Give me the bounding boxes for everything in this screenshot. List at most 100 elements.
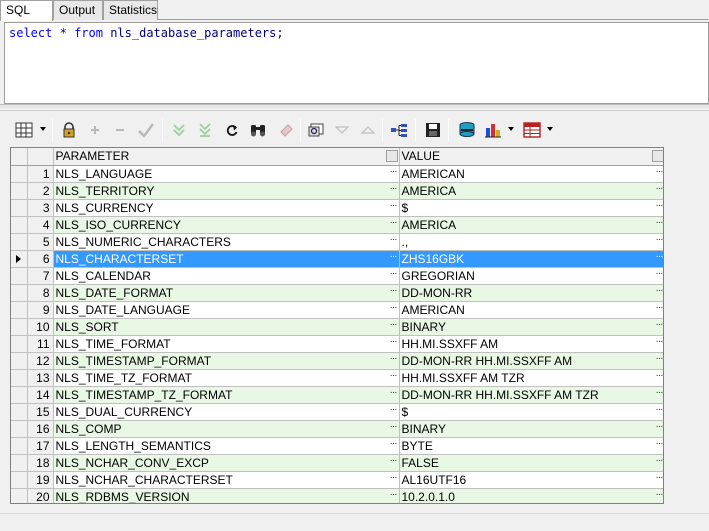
grid-view-button[interactable] bbox=[14, 120, 34, 140]
cell-edit-ellipsis-icon[interactable]: ··· bbox=[656, 421, 664, 432]
row-indicator-cell[interactable] bbox=[11, 301, 28, 319]
tab-statistics[interactable]: Statistics bbox=[103, 0, 158, 20]
cell-edit-ellipsis-icon[interactable]: ··· bbox=[390, 336, 398, 347]
fetch-last-page-button[interactable] bbox=[195, 120, 215, 140]
row-indicator-cell[interactable] bbox=[11, 284, 28, 302]
cell-edit-ellipsis-icon[interactable]: ··· bbox=[656, 472, 664, 483]
filter-down-button[interactable] bbox=[332, 120, 352, 140]
parameter-cell[interactable]: NLS_TERRITORY ··· bbox=[53, 182, 400, 200]
column-menu-button[interactable] bbox=[651, 150, 663, 162]
cell-edit-ellipsis-icon[interactable]: ··· bbox=[390, 404, 398, 415]
value-cell[interactable]: AMERICAN ··· bbox=[399, 301, 663, 319]
table-row[interactable]: 17 NLS_LENGTH_SEMANTICS ··· BYTE ··· bbox=[11, 437, 664, 455]
cell-edit-ellipsis-icon[interactable]: ··· bbox=[656, 285, 664, 296]
parameter-cell[interactable]: NLS_LANGUAGE ··· bbox=[53, 165, 400, 183]
cell-edit-ellipsis-icon[interactable]: ··· bbox=[390, 455, 398, 466]
parameter-cell[interactable]: NLS_DUAL_CURRENCY ··· bbox=[53, 403, 400, 421]
value-cell[interactable]: $ ··· bbox=[399, 199, 663, 217]
export-button[interactable] bbox=[457, 120, 477, 140]
value-cell[interactable]: AL16UTF16 ··· bbox=[399, 471, 664, 489]
cell-edit-ellipsis-icon[interactable]: ··· bbox=[390, 200, 398, 211]
table-row[interactable]: 8 NLS_DATE_FORMAT ··· DD-MON-RR ··· bbox=[11, 284, 664, 302]
cell-edit-ellipsis-icon[interactable]: ··· bbox=[390, 319, 398, 330]
cell-edit-ellipsis-icon[interactable]: ··· bbox=[656, 336, 664, 347]
cell-edit-ellipsis-icon[interactable]: ··· bbox=[390, 489, 398, 500]
table-row[interactable]: 11 NLS_TIME_FORMAT ··· HH.MI.SSXFF AM ··· bbox=[11, 335, 664, 353]
value-cell[interactable]: ZHS16GBK ··· bbox=[399, 250, 664, 268]
value-cell[interactable]: 10.2.0.1.0 ··· bbox=[399, 488, 664, 503]
row-indicator-cell[interactable] bbox=[11, 216, 28, 234]
cell-edit-ellipsis-icon[interactable]: ··· bbox=[656, 455, 664, 466]
column-header-parameter[interactable]: PARAMETER bbox=[53, 148, 400, 166]
cell-edit-ellipsis-icon[interactable]: ··· bbox=[390, 268, 398, 279]
table-row[interactable]: 10 NLS_SORT ··· BINARY ··· bbox=[11, 318, 663, 336]
lock-button[interactable] bbox=[59, 120, 79, 140]
row-indicator-cell[interactable] bbox=[11, 420, 28, 438]
table-row[interactable]: 3 NLS_CURRENCY ··· $ ··· bbox=[11, 199, 663, 217]
cell-edit-ellipsis-icon[interactable]: ··· bbox=[656, 183, 664, 194]
row-indicator-cell[interactable] bbox=[11, 471, 28, 489]
cell-edit-ellipsis-icon[interactable]: ··· bbox=[390, 183, 398, 194]
parameter-cell[interactable]: NLS_CURRENCY ··· bbox=[53, 199, 400, 217]
refresh-button[interactable] bbox=[222, 120, 242, 140]
parameter-cell[interactable]: NLS_TIMESTAMP_FORMAT ··· bbox=[53, 352, 400, 370]
value-cell[interactable]: BINARY ··· bbox=[399, 420, 664, 438]
value-cell[interactable]: AMERICA ··· bbox=[399, 216, 664, 234]
row-indicator-cell[interactable] bbox=[11, 454, 28, 472]
row-indicator-cell[interactable] bbox=[11, 318, 28, 336]
add-record-button[interactable] bbox=[85, 120, 105, 140]
delete-record-button[interactable] bbox=[110, 120, 130, 140]
table-row[interactable]: 7 NLS_CALENDAR ··· GREGORIAN ··· bbox=[11, 267, 663, 285]
value-cell[interactable]: FALSE ··· bbox=[399, 454, 664, 472]
clear-button[interactable] bbox=[276, 120, 296, 140]
parameter-cell[interactable]: NLS_RDBMS_VERSION ··· bbox=[53, 488, 400, 503]
cell-edit-ellipsis-icon[interactable]: ··· bbox=[390, 285, 398, 296]
parameter-cell[interactable]: NLS_SORT ··· bbox=[53, 318, 400, 336]
parameter-cell[interactable]: NLS_TIME_TZ_FORMAT ··· bbox=[53, 369, 400, 387]
row-indicator-cell[interactable] bbox=[11, 267, 28, 285]
value-cell[interactable]: GREGORIAN ··· bbox=[399, 267, 663, 285]
post-changes-button[interactable] bbox=[136, 120, 156, 140]
value-cell[interactable]: $ ··· bbox=[399, 403, 664, 421]
cell-edit-ellipsis-icon[interactable]: ··· bbox=[390, 302, 398, 313]
find-button[interactable] bbox=[248, 120, 268, 140]
row-indicator-cell[interactable] bbox=[11, 352, 28, 370]
cell-edit-ellipsis-icon[interactable]: ··· bbox=[656, 251, 664, 262]
cell-edit-ellipsis-icon[interactable]: ··· bbox=[656, 217, 664, 228]
column-header-value[interactable]: VALUE bbox=[399, 148, 663, 166]
table-row[interactable]: 6 NLS_CHARACTERSET ··· ZHS16GBK ··· bbox=[11, 250, 664, 268]
parameter-cell[interactable]: NLS_NCHAR_CHARACTERSET ··· bbox=[53, 471, 400, 489]
table-row[interactable]: 14 NLS_TIMESTAMP_TZ_FORMAT ··· DD-MON-RR HH… bbox=[11, 386, 663, 404]
row-indicator-cell[interactable] bbox=[11, 403, 28, 421]
row-indicator-cell[interactable] bbox=[11, 250, 28, 268]
result-grid[interactable]: PARAMETER VALUE 1 NLS_LANGUAGE ··· AMERICAN… bbox=[10, 147, 664, 504]
table-row[interactable]: 15 NLS_DUAL_CURRENCY ··· $ ··· bbox=[11, 403, 664, 421]
row-indicator-cell[interactable] bbox=[11, 369, 28, 387]
fetch-next-page-button[interactable] bbox=[169, 120, 189, 140]
parameter-cell[interactable]: NLS_TIME_FORMAT ··· bbox=[53, 335, 400, 353]
value-cell[interactable]: ., ··· bbox=[399, 233, 663, 251]
parameter-cell[interactable]: NLS_ISO_CURRENCY ··· bbox=[53, 216, 400, 234]
table-row[interactable]: 16 NLS_COMP ··· BINARY ··· bbox=[11, 420, 664, 438]
grid-view-dropdown-icon[interactable] bbox=[40, 127, 46, 131]
cell-edit-ellipsis-icon[interactable]: ··· bbox=[656, 489, 664, 500]
row-indicator-cell[interactable] bbox=[11, 386, 28, 404]
table-row[interactable]: 18 NLS_NCHAR_CONV_EXCP ··· FALSE ··· bbox=[11, 454, 664, 472]
table-button[interactable] bbox=[522, 120, 542, 140]
value-cell[interactable]: AMERICAN ··· bbox=[399, 165, 663, 183]
table-row[interactable]: 4 NLS_ISO_CURRENCY ··· AMERICA ··· bbox=[11, 216, 664, 234]
parameter-cell[interactable]: NLS_COMP ··· bbox=[53, 420, 400, 438]
table-row[interactable]: 2 NLS_TERRITORY ··· AMERICA ··· bbox=[11, 182, 664, 200]
value-cell[interactable]: HH.MI.SSXFF AM ··· bbox=[399, 335, 664, 353]
value-cell[interactable]: HH.MI.SSXFF AM TZR ··· bbox=[399, 369, 663, 387]
chart-button[interactable] bbox=[483, 120, 503, 140]
cell-edit-ellipsis-icon[interactable]: ··· bbox=[390, 387, 398, 398]
cell-edit-ellipsis-icon[interactable]: ··· bbox=[656, 404, 664, 415]
row-indicator-cell[interactable] bbox=[11, 199, 28, 217]
query-by-example-button[interactable] bbox=[306, 120, 326, 140]
parameter-cell[interactable]: NLS_DATE_LANGUAGE ··· bbox=[53, 301, 400, 319]
save-button[interactable] bbox=[423, 120, 443, 140]
cell-edit-ellipsis-icon[interactable]: ··· bbox=[656, 438, 664, 449]
parameter-cell[interactable]: NLS_LENGTH_SEMANTICS ··· bbox=[53, 437, 400, 455]
parameter-cell[interactable]: NLS_DATE_FORMAT ··· bbox=[53, 284, 400, 302]
